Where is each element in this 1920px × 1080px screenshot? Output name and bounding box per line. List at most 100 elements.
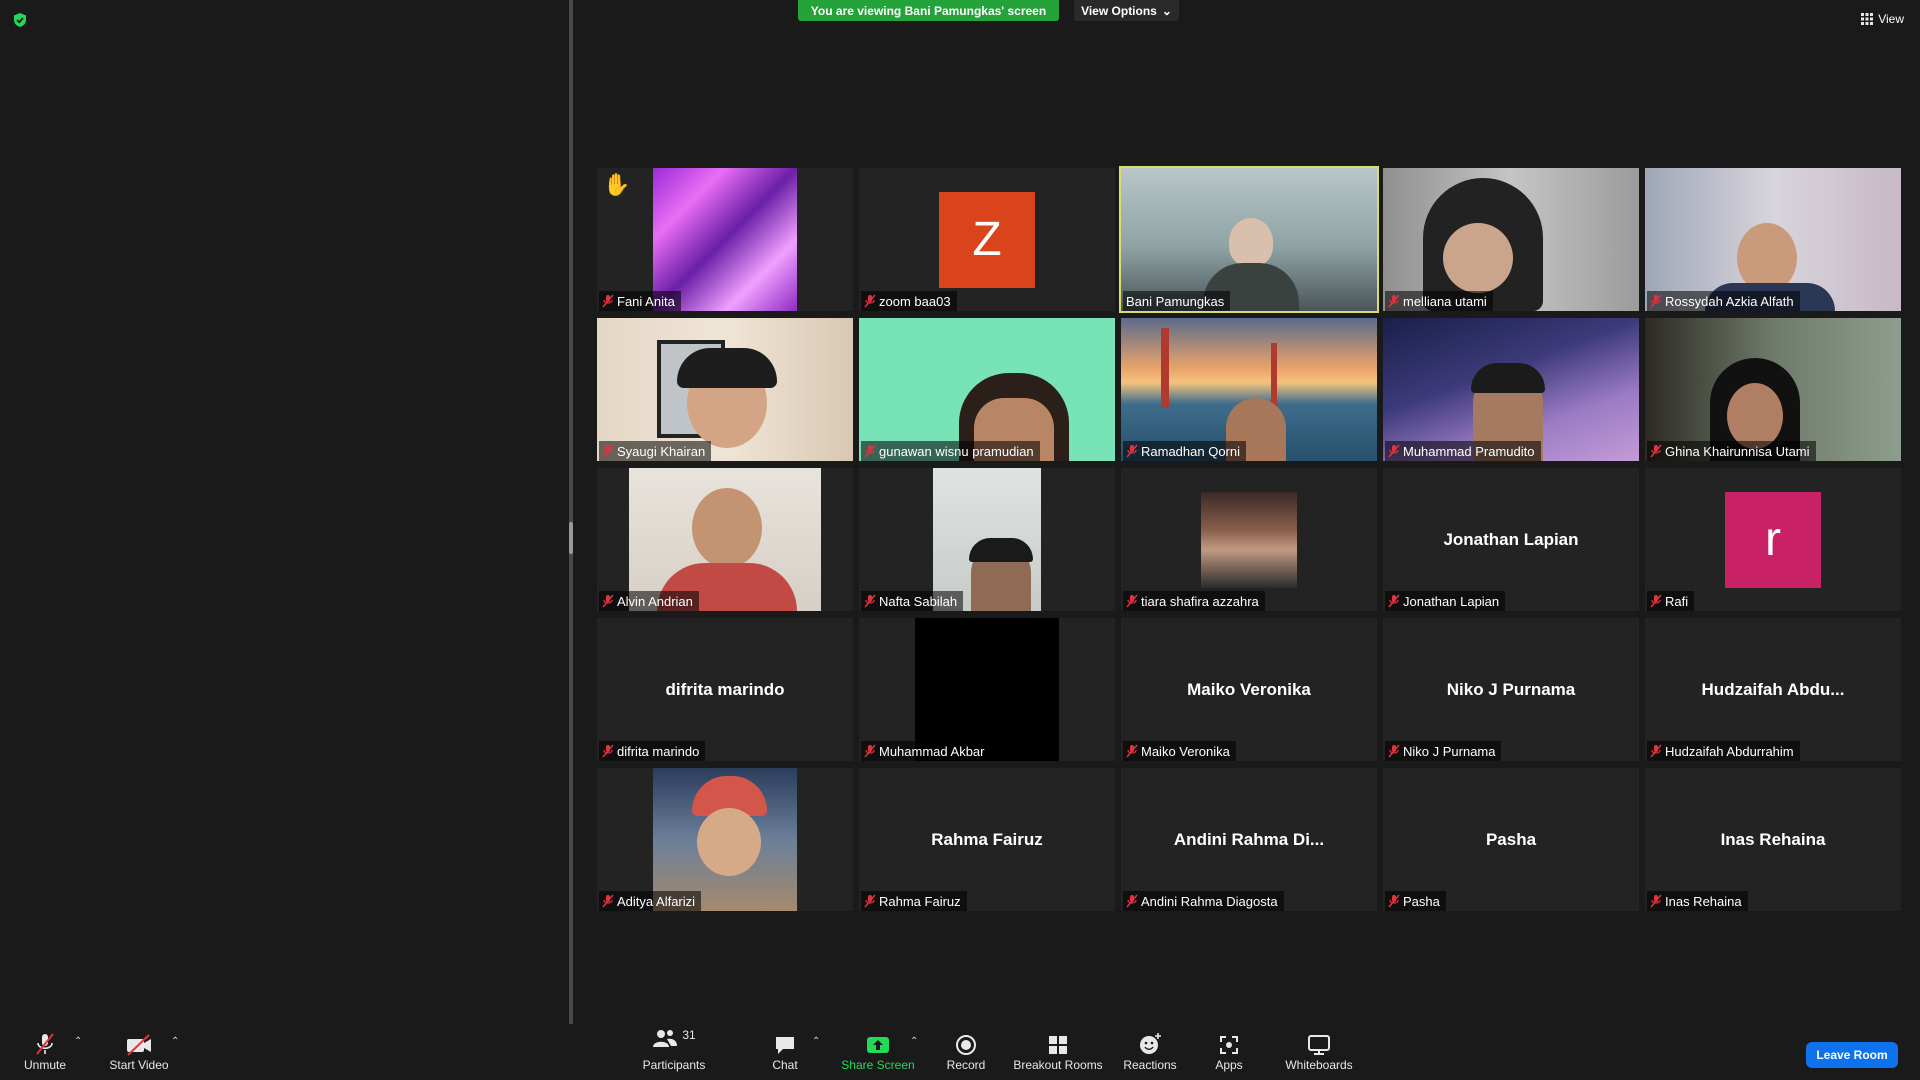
video-tile-rossydah-azkia-alfath[interactable]: Rossydah Azkia Alfath — [1645, 168, 1901, 311]
participant-figure — [1443, 223, 1513, 293]
mic-muted-icon — [602, 294, 614, 308]
bridge-tower — [1161, 328, 1169, 408]
video-tile-andini-rahma-diagosta[interactable]: Andini Rahma Di... Andini Rahma Diagosta — [1121, 768, 1377, 911]
record-icon — [956, 1035, 976, 1055]
mic-muted-icon — [864, 294, 876, 308]
view-label: View — [1878, 12, 1904, 26]
video-tile-rafi[interactable]: r Rafi — [1645, 468, 1901, 611]
participant-name-tag: Syaugi Khairan — [599, 441, 712, 461]
raised-hand-icon: ✋ — [603, 172, 631, 197]
participant-name-tag: Ramadhan Qorni — [1123, 441, 1246, 461]
participant-name: Hudzaifah Abdurrahim — [1665, 743, 1794, 759]
video-tile-rahma-fairuz[interactable]: Rahma Fairuz Rahma Fairuz — [859, 768, 1115, 911]
video-tile-maiko-veronika[interactable]: Maiko Veronika Maiko Veronika — [1121, 618, 1377, 761]
unmute-button[interactable]: Unmute — [20, 1028, 70, 1078]
whiteboards-label: Whiteboards — [1285, 1058, 1353, 1072]
video-tile-aditya-alfarizi[interactable]: Aditya Alfarizi — [597, 768, 853, 911]
video-tile-muhammad-pramudito[interactable]: Muhammad Pramudito — [1383, 318, 1639, 461]
apps-icon — [1220, 1036, 1238, 1054]
video-options-caret[interactable]: ⌃ — [171, 1036, 179, 1047]
reactions-button[interactable]: Reactions — [1123, 1028, 1177, 1078]
participant-name-tag: Jonathan Lapian — [1385, 591, 1506, 611]
participant-avatar-photo — [1201, 492, 1297, 588]
participant-name: Inas Rehaina — [1665, 893, 1742, 909]
apps-button[interactable]: Apps — [1212, 1028, 1246, 1078]
video-tile-muhammad-akbar[interactable]: Muhammad Akbar — [859, 618, 1115, 761]
video-tile-gunawan-wisnu-pramudian[interactable]: gunawan wisnu pramudian — [859, 318, 1115, 461]
video-tile-bani-pamungkas[interactable]: Bani Pamungkas — [1119, 166, 1379, 313]
video-tile-nafta-sabilah[interactable]: Nafta Sabilah — [859, 468, 1115, 611]
participant-name: Fani Anita — [617, 293, 675, 309]
start-video-button[interactable]: Start Video — [104, 1028, 174, 1078]
mic-muted-icon — [864, 744, 876, 758]
participant-name: Ramadhan Qorni — [1141, 443, 1240, 459]
breakout-rooms-button[interactable]: Breakout Rooms — [1013, 1028, 1103, 1078]
participant-name: Rahma Fairuz — [879, 893, 961, 909]
mic-muted-icon — [1650, 894, 1662, 908]
video-tile-ghina-khairunnisa-utami[interactable]: Ghina Khairunnisa Utami — [1645, 318, 1901, 461]
participant-avatar: Z — [939, 191, 1035, 288]
audio-options-caret[interactable]: ⌃ — [74, 1036, 82, 1047]
video-tile-tiara-shafira-azzahra[interactable]: tiara shafira azzahra — [1121, 468, 1377, 611]
mic-muted-icon — [602, 744, 614, 758]
video-tile-alvin-andrian[interactable]: Alvin Andrian — [597, 468, 853, 611]
video-tile-jonathan-lapian[interactable]: Jonathan Lapian Jonathan Lapian — [1383, 468, 1639, 611]
video-tile-ramadhan-qorni[interactable]: Ramadhan Qorni — [1121, 318, 1377, 461]
security-shield-icon[interactable] — [12, 12, 28, 28]
participant-figure — [697, 808, 761, 876]
view-options-button[interactable]: View Options ⌄ — [1074, 0, 1179, 21]
participant-avatar: r — [1725, 491, 1821, 588]
participant-name: Pasha — [1403, 893, 1440, 909]
participant-name-tag: Ghina Khairunnisa Utami — [1647, 441, 1816, 461]
participant-video — [653, 168, 797, 311]
participant-name: Rafi — [1665, 593, 1689, 609]
participant-name: gunawan wisnu pramudian — [879, 443, 1034, 459]
participant-name: Jonathan Lapian — [1403, 593, 1500, 609]
meeting-toolbar: Unmute ⌃ Start Video ⌃ 31 Participants C… — [0, 1024, 1920, 1080]
video-tile-pasha[interactable]: Pasha Pasha — [1383, 768, 1639, 911]
video-off-icon — [127, 1034, 151, 1056]
video-tile-zoom-baa03[interactable]: Z zoom baa03 — [859, 168, 1115, 311]
grid-view-icon — [1861, 13, 1874, 25]
participant-name-tag: difrita marindo — [599, 741, 706, 761]
participant-display-name: Inas Rehaina — [1720, 829, 1826, 849]
panel-divider[interactable] — [569, 0, 573, 1028]
participant-figure — [969, 538, 1033, 562]
participant-name: Rossydah Azkia Alfath — [1665, 293, 1794, 309]
reactions-label: Reactions — [1123, 1058, 1177, 1072]
chat-button[interactable]: Chat — [765, 1028, 805, 1078]
mic-muted-icon — [36, 1033, 54, 1055]
participant-name-tag: Andini Rahma Diagosta — [1123, 891, 1284, 911]
mic-muted-icon — [602, 444, 614, 458]
participant-display-name: Andini Rahma Di... — [1173, 829, 1325, 849]
share-options-caret[interactable]: ⌃ — [910, 1036, 918, 1047]
participant-name-tag: Bani Pamungkas — [1123, 291, 1231, 311]
video-tile-fani-anita[interactable]: ✋ Fani Anita — [597, 168, 853, 311]
participant-name: zoom baa03 — [879, 293, 951, 309]
participant-name-tag: Aditya Alfarizi — [599, 891, 702, 911]
leave-room-button[interactable]: Leave Room — [1806, 1042, 1898, 1068]
participant-name: Maiko Veronika — [1141, 743, 1230, 759]
share-screen-button[interactable]: Share Screen — [838, 1028, 918, 1078]
video-tile-difrita-marindo[interactable]: difrita marindo difrita marindo — [597, 618, 853, 761]
participant-name-tag: Nafta Sabilah — [861, 591, 964, 611]
participant-name-tag: Rafi — [1647, 591, 1695, 611]
divider-drag-handle[interactable] — [569, 522, 573, 554]
mic-muted-icon — [864, 444, 876, 458]
video-tile-melliana-utami[interactable]: melliana utami — [1383, 168, 1639, 311]
mic-muted-icon — [864, 594, 876, 608]
participant-name: Andini Rahma Diagosta — [1141, 893, 1278, 909]
view-button[interactable]: View — [1861, 12, 1904, 26]
video-tile-inas-rehaina[interactable]: Inas Rehaina Inas Rehaina — [1645, 768, 1901, 911]
video-tile-hudzaifah-abdurrahim[interactable]: Hudzaifah Abdu... Hudzaifah Abdurrahim — [1645, 618, 1901, 761]
participants-button[interactable]: 31 Participants — [637, 1028, 711, 1078]
participant-figure — [1229, 218, 1273, 266]
mic-muted-icon — [1126, 894, 1138, 908]
participant-name-tag: Inas Rehaina — [1647, 891, 1748, 911]
chat-options-caret[interactable]: ⌃ — [812, 1036, 820, 1047]
whiteboards-button[interactable]: Whiteboards — [1283, 1028, 1355, 1078]
video-tile-syaugi-khairan[interactable]: Syaugi Khairan — [597, 318, 853, 461]
video-tile-niko-j-purnama[interactable]: Niko J Purnama Niko J Purnama — [1383, 618, 1639, 761]
participant-name-tag: zoom baa03 — [861, 291, 957, 311]
record-button[interactable]: Record — [943, 1028, 989, 1078]
